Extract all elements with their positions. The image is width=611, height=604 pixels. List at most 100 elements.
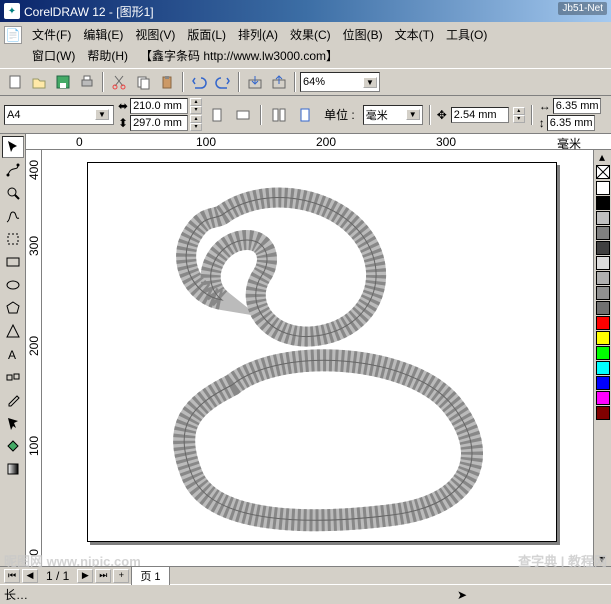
freehand-tool[interactable]	[2, 205, 24, 227]
menu-file[interactable]: 文件(F)	[26, 24, 77, 45]
spin-up[interactable]: ▴	[190, 115, 202, 123]
paper-dropdown-icon[interactable]: ▼	[95, 109, 109, 120]
menu-layout[interactable]: 版面(L)	[181, 24, 232, 45]
vertical-ruler[interactable]: 0 100 200 300 400	[26, 150, 42, 566]
color-swatch[interactable]	[596, 271, 610, 285]
new-button[interactable]	[4, 71, 26, 93]
zoom-input[interactable]	[303, 76, 363, 88]
color-swatch[interactable]	[596, 256, 610, 270]
fill-tool[interactable]	[2, 435, 24, 457]
shape-tool[interactable]	[2, 159, 24, 181]
spin-up[interactable]: ▴	[190, 98, 202, 106]
color-swatch[interactable]	[596, 406, 610, 420]
color-swatch[interactable]	[596, 331, 610, 345]
property-bar: ▼ ⬌ ▴▾ ⬍ ▴▾ 单位 : ▼ ✥ ▴▾ ↔ ↕	[0, 96, 611, 134]
set-current-page-button[interactable]	[294, 104, 316, 126]
eyedropper-tool[interactable]	[2, 389, 24, 411]
color-swatch[interactable]	[596, 241, 610, 255]
menu-arrange[interactable]: 排列(A)	[232, 24, 284, 45]
last-page-button[interactable]: ⏭	[95, 569, 111, 583]
separator	[182, 72, 184, 92]
color-swatch[interactable]	[596, 226, 610, 240]
zoom-combo[interactable]: ▼	[300, 72, 380, 92]
add-page-button[interactable]: +	[113, 569, 129, 583]
units-input[interactable]	[366, 109, 406, 121]
polygon-tool[interactable]	[2, 297, 24, 319]
menu-extra-link[interactable]: 【鑫字条码 http://www.lw3000.com】	[134, 45, 344, 66]
no-color-swatch[interactable]	[596, 165, 610, 179]
paper-input[interactable]	[7, 109, 95, 121]
height-input[interactable]	[130, 115, 188, 131]
spin-up[interactable]: ▴	[513, 107, 525, 115]
first-page-button[interactable]: ⏮	[4, 569, 20, 583]
paper-combo[interactable]: ▼	[4, 105, 114, 125]
menu-view[interactable]: 视图(V)	[129, 24, 181, 45]
copy-button[interactable]	[132, 71, 154, 93]
rectangle-tool[interactable]	[2, 251, 24, 273]
menu-edit[interactable]: 编辑(E)	[77, 24, 129, 45]
menu-help[interactable]: 帮助(H)	[81, 45, 134, 66]
units-combo[interactable]: ▼	[363, 105, 423, 125]
prev-page-button[interactable]: ◀	[22, 569, 38, 583]
spin-down[interactable]: ▾	[190, 106, 202, 114]
open-button[interactable]	[28, 71, 50, 93]
standard-toolbar: ▼	[0, 68, 611, 96]
spin-down[interactable]: ▾	[513, 115, 525, 123]
color-swatch[interactable]	[596, 316, 610, 330]
color-palette: ▴ ▾	[593, 150, 611, 566]
ellipse-tool[interactable]	[2, 274, 24, 296]
menu-text[interactable]: 文本(T)	[389, 24, 440, 45]
pick-tool[interactable]	[2, 136, 24, 158]
color-swatch[interactable]	[596, 361, 610, 375]
next-page-button[interactable]: ▶	[77, 569, 93, 583]
export-button[interactable]	[268, 71, 290, 93]
menu-tools[interactable]: 工具(O)	[440, 24, 493, 45]
paste-button[interactable]	[156, 71, 178, 93]
portrait-button[interactable]	[206, 104, 228, 126]
dup-y-icon: ↕	[539, 116, 545, 130]
save-button[interactable]	[52, 71, 74, 93]
spin-down[interactable]: ▾	[190, 123, 202, 131]
interactive-blend-tool[interactable]	[2, 366, 24, 388]
palette-scroll-up[interactable]: ▴	[594, 150, 610, 164]
redo-button[interactable]	[212, 71, 234, 93]
color-swatch[interactable]	[596, 301, 610, 315]
smart-draw-tool[interactable]	[2, 228, 24, 250]
horizontal-ruler[interactable]: 0 100 200 300 毫米	[26, 134, 611, 150]
dup-x-input[interactable]	[553, 98, 601, 114]
menu-bitmap[interactable]: 位图(B)	[337, 24, 389, 45]
set-all-pages-button[interactable]	[268, 104, 290, 126]
nudge-icon: ✥	[437, 108, 447, 122]
zoom-dropdown-icon[interactable]: ▼	[363, 77, 377, 88]
color-swatch[interactable]	[596, 181, 610, 195]
landscape-button[interactable]	[232, 104, 254, 126]
interactive-fill-tool[interactable]	[2, 458, 24, 480]
ruler-tick: 0	[76, 135, 83, 149]
artwork-shape-bottom[interactable]	[172, 345, 492, 535]
menu-window[interactable]: 窗口(W)	[26, 45, 81, 66]
text-tool[interactable]: A	[2, 343, 24, 365]
import-button[interactable]	[244, 71, 266, 93]
print-button[interactable]	[76, 71, 98, 93]
color-swatch[interactable]	[596, 346, 610, 360]
units-dropdown-icon[interactable]: ▼	[406, 109, 420, 120]
dup-y-input[interactable]	[547, 115, 595, 131]
zoom-tool[interactable]	[2, 182, 24, 204]
ruler-tick: 300	[436, 135, 456, 149]
artwork-shape-top[interactable]	[152, 185, 412, 365]
color-swatch[interactable]	[596, 376, 610, 390]
menu-effects[interactable]: 效果(C)	[284, 24, 337, 45]
width-input[interactable]	[130, 98, 188, 114]
color-swatch[interactable]	[596, 286, 610, 300]
basic-shapes-tool[interactable]	[2, 320, 24, 342]
status-text: 长…	[4, 586, 28, 603]
cut-button[interactable]	[108, 71, 130, 93]
outline-tool[interactable]	[2, 412, 24, 434]
drawing-canvas[interactable]	[42, 150, 593, 566]
color-swatch[interactable]	[596, 196, 610, 210]
undo-button[interactable]	[188, 71, 210, 93]
color-swatch[interactable]	[596, 391, 610, 405]
doc-icon[interactable]: 📄	[4, 26, 22, 44]
nudge-input[interactable]	[451, 107, 509, 123]
color-swatch[interactable]	[596, 211, 610, 225]
